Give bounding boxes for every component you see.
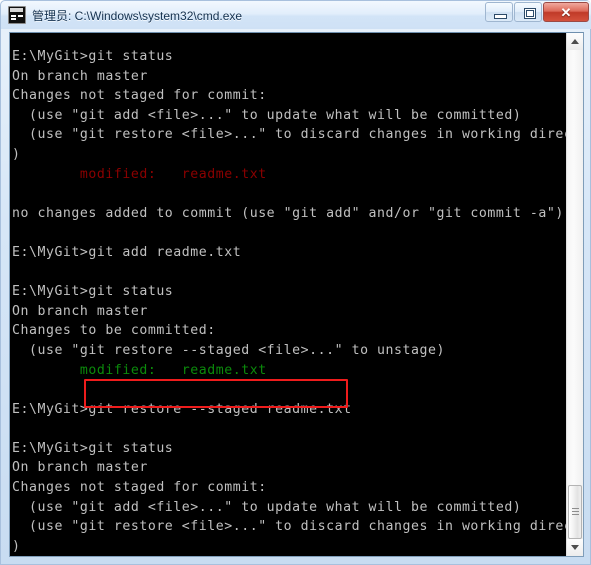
terminal-line: Changes not staged for commit: [12,480,267,496]
window-controls: ✕ [485,2,589,22]
terminal-line: E:\MyGit>git status [12,284,174,300]
scroll-up-button[interactable] [567,33,583,50]
chevron-up-icon [571,39,579,44]
terminal-line: (use "git restore <file>..." to discard … [12,519,568,535]
terminal-line: On branch master [12,460,148,476]
terminal-line: Changes not staged for commit: [12,88,267,104]
minimize-button[interactable] [485,2,513,22]
scrollbar-thumb[interactable] [568,485,582,539]
terminal-line: On branch master [12,68,148,84]
console-output[interactable]: E:\MyGit>git status On branch master Chang… [10,33,568,556]
chevron-down-icon [571,545,579,550]
terminal-line: ) [12,538,21,554]
terminal-line: no changes added to commit (use "git add… [12,205,564,221]
maximize-icon [524,8,536,19]
maximize-button[interactable] [514,2,542,22]
terminal-line: E:\MyGit>git add readme.txt [12,244,242,260]
terminal-line: E:\MyGit>git restore --staged readme.txt [12,401,352,417]
terminal-line: modified: readme.txt [12,362,267,378]
window-title: 管理员: C:\Windows\system32\cmd.exe [32,8,243,23]
terminal-line: (use "git add <file>..." to update what … [12,499,522,515]
vertical-scrollbar[interactable] [566,33,583,556]
terminal-line: Changes to be committed: [12,323,216,339]
console-client-area: E:\MyGit>git status On branch master Chang… [9,32,584,557]
cmd-console-icon [8,6,26,24]
title-bar[interactable]: 管理员: C:\Windows\system32\cmd.exe ✕ [1,1,591,29]
minimize-icon [494,14,507,19]
terminal-line: (use "git restore <file>..." to discard … [12,127,568,143]
terminal-line: E:\MyGit>git status [12,49,174,64]
close-icon: ✕ [560,4,572,20]
terminal-line: E:\MyGit>git status [12,440,174,456]
terminal-line: (use "git restore --staged <file>..." to… [12,342,445,358]
close-button[interactable]: ✕ [543,2,589,22]
scroll-down-button[interactable] [567,539,583,556]
terminal-line: (use "git add <file>..." to update what … [12,107,522,123]
cmd-window: 管理员: C:\Windows\system32\cmd.exe ✕ E:\My… [0,0,591,565]
terminal-line: modified: readme.txt [12,166,267,182]
terminal-line: On branch master [12,303,148,319]
grip-icon [572,508,579,515]
terminal-line: ) [12,146,21,162]
terminal-text: E:\MyGit>git status On branch master Chang… [12,47,568,556]
